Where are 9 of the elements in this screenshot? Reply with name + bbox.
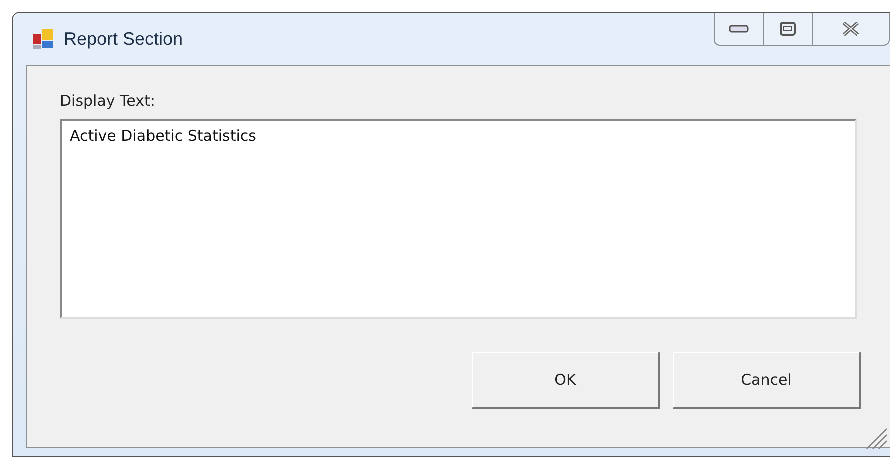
maximize-icon [780, 22, 796, 36]
window-title: Report Section [64, 28, 184, 50]
ok-button[interactable]: OK [472, 352, 660, 409]
cancel-button[interactable]: Cancel [673, 352, 861, 409]
display-text-field[interactable]: Active Diabetic Statistics [60, 119, 857, 319]
field-label: Display Text: [60, 92, 156, 110]
app-icon [32, 28, 54, 50]
minimize-icon [729, 25, 749, 33]
close-icon [842, 22, 860, 36]
